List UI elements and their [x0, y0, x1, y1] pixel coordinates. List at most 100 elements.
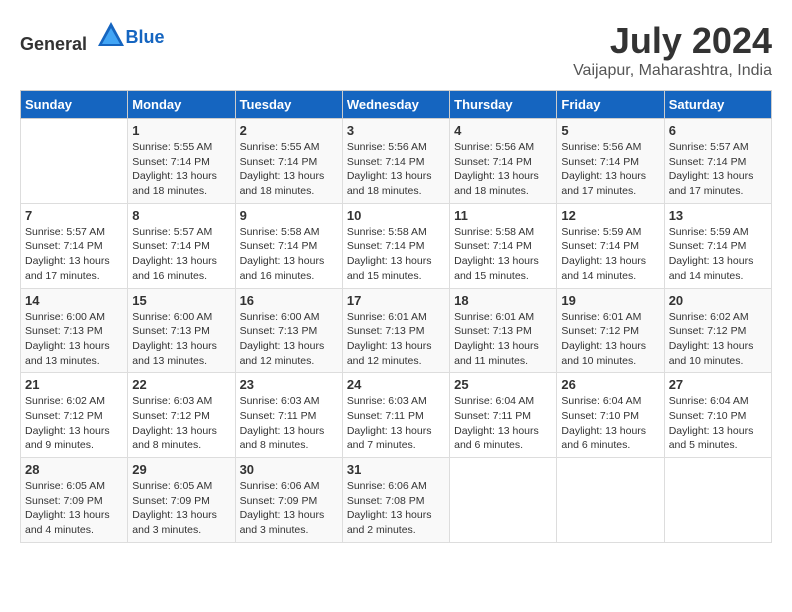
- calendar-day-header: Tuesday: [235, 91, 342, 119]
- day-number: 26: [561, 377, 659, 392]
- day-info: Sunrise: 6:04 AM Sunset: 7:10 PM Dayligh…: [561, 394, 659, 453]
- day-info: Sunrise: 5:56 AM Sunset: 7:14 PM Dayligh…: [561, 140, 659, 199]
- day-number: 22: [132, 377, 230, 392]
- day-number: 11: [454, 208, 552, 223]
- calendar-day-cell: 19 Sunrise: 6:01 AM Sunset: 7:12 PM Dayli…: [557, 288, 664, 373]
- day-info: Sunrise: 6:05 AM Sunset: 7:09 PM Dayligh…: [25, 479, 123, 538]
- calendar-day-cell: 13Sunrise: 5:59 AM Sunset: 7:14 PM Dayli…: [664, 203, 771, 288]
- calendar-day-cell: [557, 458, 664, 543]
- day-number: 9: [240, 208, 338, 223]
- calendar-day-cell: 14 Sunrise: 6:00 AM Sunset: 7:13 PM Dayli…: [21, 288, 128, 373]
- day-info: Sunrise: 5:57 AM Sunset: 7:14 PM Dayligh…: [25, 225, 123, 284]
- day-info: Sunrise: 5:58 AM Sunset: 7:14 PM Dayligh…: [347, 225, 445, 284]
- day-info: Sunrise: 5:56 AM Sunset: 7:14 PM Dayligh…: [454, 140, 552, 199]
- calendar-day-header: Monday: [128, 91, 235, 119]
- calendar-day-header: Thursday: [450, 91, 557, 119]
- calendar-day-cell: 11 Sunrise: 5:58 AM Sunset: 7:14 PM Dayli…: [450, 203, 557, 288]
- day-info: Sunrise: 5:58 AM Sunset: 7:14 PM Dayligh…: [240, 225, 338, 284]
- calendar-day-cell: 27Sunrise: 6:04 AM Sunset: 7:10 PM Dayli…: [664, 373, 771, 458]
- logo-blue-text: Blue: [126, 27, 165, 47]
- calendar-day-header: Saturday: [664, 91, 771, 119]
- day-info: Sunrise: 5:56 AM Sunset: 7:14 PM Dayligh…: [347, 140, 445, 199]
- calendar-day-cell: 2 Sunrise: 5:55 AM Sunset: 7:14 PM Daylig…: [235, 119, 342, 204]
- calendar-day-header: Sunday: [21, 91, 128, 119]
- calendar-day-cell: 18 Sunrise: 6:01 AM Sunset: 7:13 PM Dayli…: [450, 288, 557, 373]
- day-number: 19: [561, 293, 659, 308]
- calendar-day-cell: 30 Sunrise: 6:06 AM Sunset: 7:09 PM Dayli…: [235, 458, 342, 543]
- day-number: 10: [347, 208, 445, 223]
- calendar-day-cell: 29 Sunrise: 6:05 AM Sunset: 7:09 PM Dayli…: [128, 458, 235, 543]
- calendar-week-row: 1 Sunrise: 5:55 AM Sunset: 7:14 PM Daylig…: [21, 119, 772, 204]
- day-info: Sunrise: 6:06 AM Sunset: 7:08 PM Dayligh…: [347, 479, 445, 538]
- calendar-day-cell: [664, 458, 771, 543]
- day-info: Sunrise: 6:04 AM Sunset: 7:10 PM Dayligh…: [669, 394, 767, 453]
- day-info: Sunrise: 6:05 AM Sunset: 7:09 PM Dayligh…: [132, 479, 230, 538]
- calendar-week-row: 28 Sunrise: 6:05 AM Sunset: 7:09 PM Dayli…: [21, 458, 772, 543]
- calendar-week-row: 7 Sunrise: 5:57 AM Sunset: 7:14 PM Daylig…: [21, 203, 772, 288]
- logo-icon: [96, 20, 126, 50]
- calendar-day-cell: 23Sunrise: 6:03 AM Sunset: 7:11 PM Dayli…: [235, 373, 342, 458]
- day-number: 1: [132, 123, 230, 138]
- day-info: Sunrise: 6:04 AM Sunset: 7:11 PM Dayligh…: [454, 394, 552, 453]
- calendar-day-cell: 20Sunrise: 6:02 AM Sunset: 7:12 PM Dayli…: [664, 288, 771, 373]
- calendar-day-cell: 1 Sunrise: 5:55 AM Sunset: 7:14 PM Daylig…: [128, 119, 235, 204]
- calendar-week-row: 14 Sunrise: 6:00 AM Sunset: 7:13 PM Dayli…: [21, 288, 772, 373]
- day-info: Sunrise: 5:55 AM Sunset: 7:14 PM Dayligh…: [240, 140, 338, 199]
- day-info: Sunrise: 6:00 AM Sunset: 7:13 PM Dayligh…: [240, 310, 338, 369]
- day-info: Sunrise: 6:00 AM Sunset: 7:13 PM Dayligh…: [132, 310, 230, 369]
- calendar-table: SundayMondayTuesdayWednesdayThursdayFrid…: [20, 90, 772, 543]
- day-number: 3: [347, 123, 445, 138]
- main-title: July 2024: [573, 20, 772, 62]
- day-number: 8: [132, 208, 230, 223]
- day-info: Sunrise: 6:03 AM Sunset: 7:11 PM Dayligh…: [240, 394, 338, 453]
- logo-general-text: General: [20, 34, 87, 54]
- day-number: 24: [347, 377, 445, 392]
- day-number: 29: [132, 462, 230, 477]
- calendar-day-cell: 5 Sunrise: 5:56 AM Sunset: 7:14 PM Daylig…: [557, 119, 664, 204]
- calendar-day-cell: 10 Sunrise: 5:58 AM Sunset: 7:14 PM Dayli…: [342, 203, 449, 288]
- calendar-day-cell: [450, 458, 557, 543]
- calendar-day-cell: [21, 119, 128, 204]
- day-number: 5: [561, 123, 659, 138]
- day-info: Sunrise: 5:58 AM Sunset: 7:14 PM Dayligh…: [454, 225, 552, 284]
- day-info: Sunrise: 6:00 AM Sunset: 7:13 PM Dayligh…: [25, 310, 123, 369]
- day-info: Sunrise: 6:02 AM Sunset: 7:12 PM Dayligh…: [25, 394, 123, 453]
- day-number: 25: [454, 377, 552, 392]
- calendar-day-cell: 7 Sunrise: 5:57 AM Sunset: 7:14 PM Daylig…: [21, 203, 128, 288]
- day-info: Sunrise: 6:06 AM Sunset: 7:09 PM Dayligh…: [240, 479, 338, 538]
- day-info: Sunrise: 6:03 AM Sunset: 7:11 PM Dayligh…: [347, 394, 445, 453]
- day-number: 18: [454, 293, 552, 308]
- calendar-header-row: SundayMondayTuesdayWednesdayThursdayFrid…: [21, 91, 772, 119]
- calendar-day-header: Wednesday: [342, 91, 449, 119]
- day-info: Sunrise: 6:01 AM Sunset: 7:13 PM Dayligh…: [454, 310, 552, 369]
- day-number: 28: [25, 462, 123, 477]
- day-info: Sunrise: 5:59 AM Sunset: 7:14 PM Dayligh…: [669, 225, 767, 284]
- subtitle: Vaijapur, Maharashtra, India: [573, 62, 772, 80]
- calendar-day-cell: 12Sunrise: 5:59 AM Sunset: 7:14 PM Dayli…: [557, 203, 664, 288]
- day-number: 30: [240, 462, 338, 477]
- day-number: 15: [132, 293, 230, 308]
- calendar-day-cell: 22 Sunrise: 6:03 AM Sunset: 7:12 PM Dayli…: [128, 373, 235, 458]
- day-info: Sunrise: 6:01 AM Sunset: 7:12 PM Dayligh…: [561, 310, 659, 369]
- calendar-day-cell: 25 Sunrise: 6:04 AM Sunset: 7:11 PM Dayli…: [450, 373, 557, 458]
- day-number: 7: [25, 208, 123, 223]
- calendar-day-cell: 4 Sunrise: 5:56 AM Sunset: 7:14 PM Daylig…: [450, 119, 557, 204]
- day-number: 4: [454, 123, 552, 138]
- calendar-day-cell: 16Sunrise: 6:00 AM Sunset: 7:13 PM Dayli…: [235, 288, 342, 373]
- day-number: 2: [240, 123, 338, 138]
- day-number: 20: [669, 293, 767, 308]
- day-info: Sunrise: 5:57 AM Sunset: 7:14 PM Dayligh…: [669, 140, 767, 199]
- calendar-day-cell: 3 Sunrise: 5:56 AM Sunset: 7:14 PM Daylig…: [342, 119, 449, 204]
- logo: General Blue: [20, 20, 165, 55]
- calendar-day-header: Friday: [557, 91, 664, 119]
- calendar-day-cell: 24 Sunrise: 6:03 AM Sunset: 7:11 PM Dayli…: [342, 373, 449, 458]
- day-number: 14: [25, 293, 123, 308]
- day-info: Sunrise: 6:03 AM Sunset: 7:12 PM Dayligh…: [132, 394, 230, 453]
- calendar-day-cell: 31 Sunrise: 6:06 AM Sunset: 7:08 PM Dayli…: [342, 458, 449, 543]
- header: General Blue July 2024 Vaijapur, Maharas…: [20, 20, 772, 80]
- day-info: Sunrise: 5:55 AM Sunset: 7:14 PM Dayligh…: [132, 140, 230, 199]
- calendar-day-cell: 8Sunrise: 5:57 AM Sunset: 7:14 PM Daylig…: [128, 203, 235, 288]
- calendar-day-cell: 26 Sunrise: 6:04 AM Sunset: 7:10 PM Dayli…: [557, 373, 664, 458]
- day-number: 31: [347, 462, 445, 477]
- day-number: 21: [25, 377, 123, 392]
